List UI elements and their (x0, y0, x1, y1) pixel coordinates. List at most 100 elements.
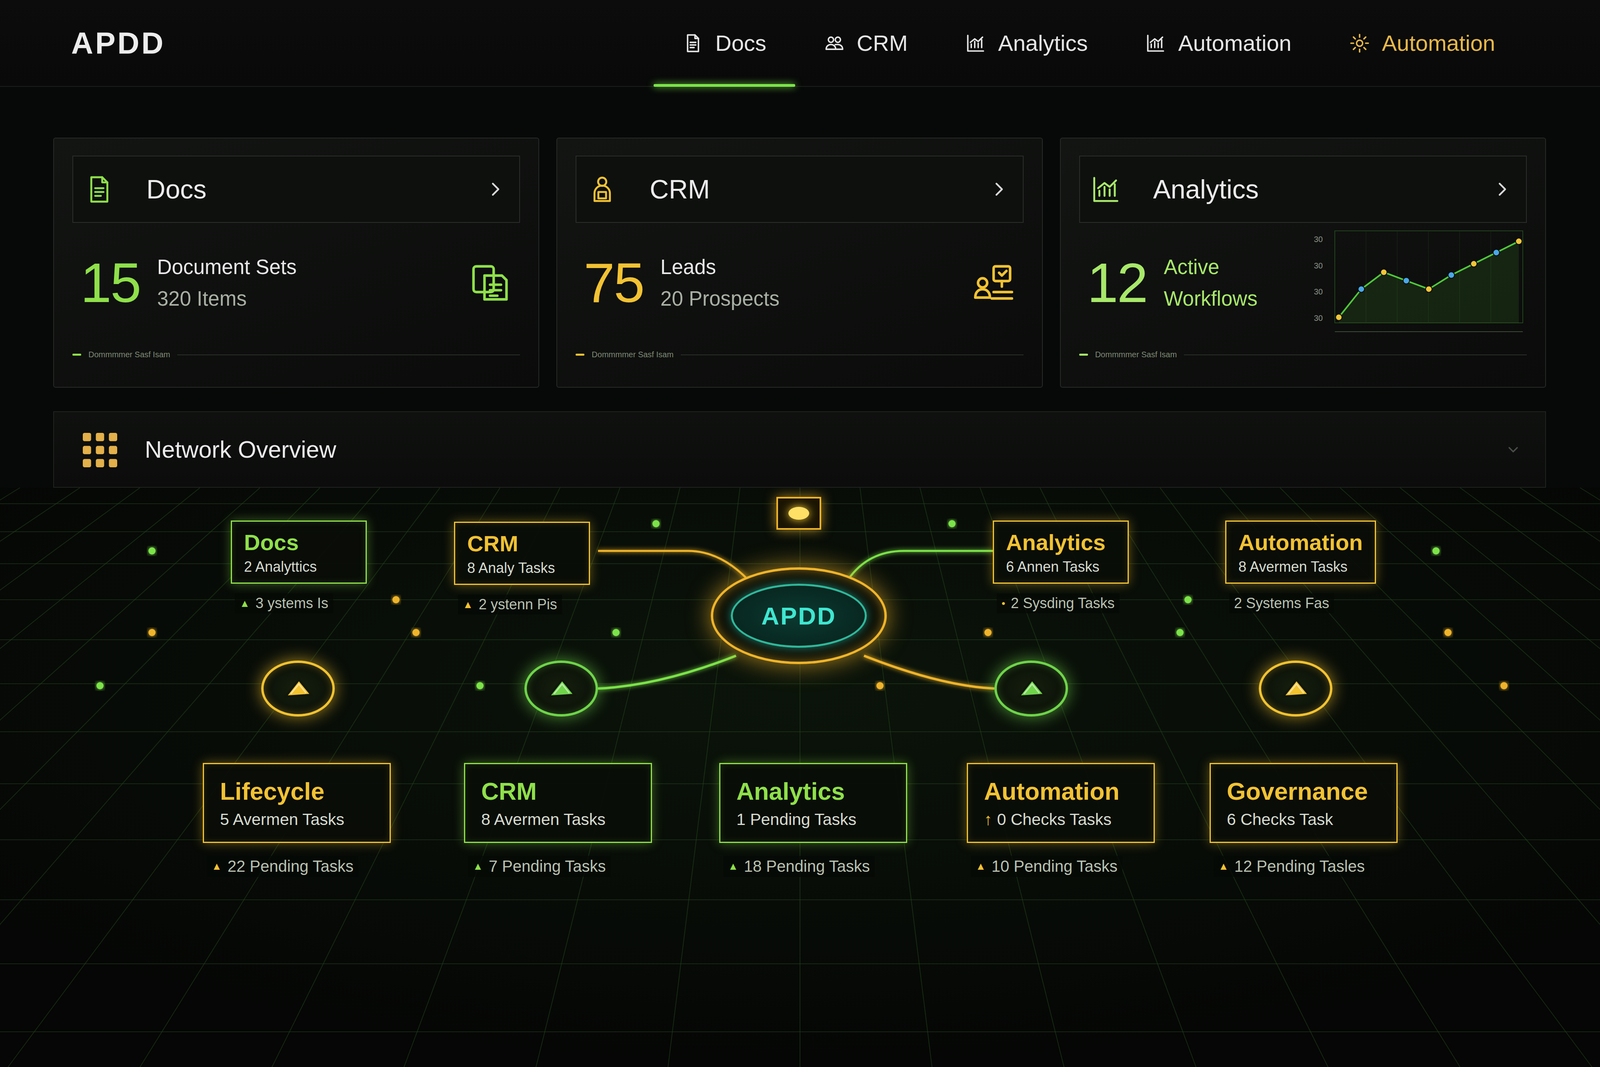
node-subtitle: 6 Checks Task (1226, 810, 1381, 829)
node-light (788, 506, 810, 520)
caption-icon: ▲ (239, 597, 250, 610)
diagram-node[interactable]: Automation8 Avermen Tasks (1225, 520, 1376, 584)
diagram-node[interactable]: CRM8 Analy Tasks (454, 521, 590, 585)
nav-label: Docs (715, 30, 767, 56)
footer-line (680, 354, 1024, 356)
network-diagram: Docs2 Analyttics▲3 ystems IsCRM8 Analy T… (0, 487, 1600, 1067)
card-title: CRM (649, 174, 710, 205)
summary-card[interactable]: CRM75Leads20 ProspectsDommmmer Sasf Isam (556, 137, 1043, 388)
diagram-node[interactable]: Analytics1 Pending Tasks (719, 762, 908, 843)
diagram-node[interactable]: Docs2 Analyttics (230, 520, 367, 584)
card-body: 15 Document Sets320 Items (72, 222, 520, 343)
triangle-icon (1013, 674, 1050, 702)
node-subtitle: 8 Analy Tasks (467, 559, 577, 577)
triangle-icon (1277, 674, 1314, 702)
status-pin[interactable] (524, 660, 598, 717)
chart-point (1493, 249, 1500, 256)
caption-icon: ▲ (975, 860, 986, 873)
node-caption: •2 Sysding Tasks (996, 593, 1120, 614)
document-icon (83, 174, 115, 205)
nav-label: CRM (856, 30, 908, 56)
caption-text: 2 Systems Fas (1234, 594, 1330, 612)
status-pin[interactable] (1258, 660, 1333, 717)
triangle-icon (280, 674, 316, 702)
card-body: 12ActiveWorkflows30303030 (1079, 222, 1527, 343)
accent-dash (1079, 353, 1088, 356)
nav-tab[interactable]: Analytics (936, 0, 1117, 86)
arrow-icon: ↑ (984, 810, 993, 829)
card-number: 15 (80, 254, 141, 311)
diagram-node[interactable]: Automation↑0 Checks Tasks (966, 762, 1155, 843)
node-group: Docs2 Analyttics▲3 ystems Is (230, 520, 367, 614)
chevron-right-icon (989, 179, 1009, 199)
analytics-chart: 30303030 (1314, 226, 1527, 339)
chart-segment (1496, 241, 1519, 253)
accent-dash (72, 353, 82, 356)
node-group: CRM8 Avermen Tasks▲7 Pending Tasks (464, 762, 652, 877)
chart-segment (1451, 263, 1474, 275)
chart-segment (1338, 289, 1362, 318)
chart-point (1470, 260, 1478, 267)
node-subtitle: ↑0 Checks Tasks (984, 810, 1138, 829)
card-label: Active (1163, 251, 1258, 283)
card-label: Document Sets (157, 251, 297, 283)
diagram-node[interactable]: CRM 8 Avermen Tasks (464, 762, 652, 843)
card-sublabel: Workflows (1163, 282, 1258, 315)
chevron-right-icon (1492, 179, 1512, 199)
top-node[interactable] (776, 496, 822, 530)
card-sublabel: 20 Prospects (660, 282, 780, 315)
status-pin[interactable] (994, 660, 1068, 717)
diagram-node[interactable]: Analytics6 Annen Tasks (992, 520, 1129, 584)
caption-icon: ▲ (462, 598, 474, 611)
chart-point (1335, 314, 1342, 321)
nav-tab[interactable]: Automation (1116, 0, 1320, 86)
caption-text: 2 ystenn Pis (478, 596, 558, 613)
card-sublabel: 320 Items (157, 282, 297, 315)
nav-label: Analytics (998, 30, 1088, 56)
triangle-icon (543, 674, 580, 702)
node-title: Docs (244, 529, 354, 556)
diagram-node[interactable]: Lifecycle 5 Avermen Tasks (202, 762, 391, 843)
caption-text: 12 Pending Tasles (1234, 857, 1365, 876)
axis-tick: 30 (1314, 261, 1323, 271)
chart-segment (1384, 272, 1407, 281)
node-subtitle-text: 6 Checks Task (1226, 810, 1334, 829)
card-header[interactable]: CRM (575, 155, 1024, 223)
node-group: Governance6 Checks Task▲12 Pending Tasle… (1209, 762, 1398, 877)
node-subtitle: 6 Annen Tasks (1006, 558, 1116, 576)
node-caption: 2 Systems Fas (1229, 593, 1334, 614)
card-header[interactable]: Docs (72, 155, 520, 223)
chart-point (1380, 268, 1388, 276)
document-icon (682, 32, 704, 54)
node-subtitle-text: 8 Avermen Tasks (481, 810, 606, 829)
node-caption: ▲ 2 ystenn Pis (458, 594, 562, 615)
card-footer: Dommmmer Sasf Isam (1079, 350, 1527, 360)
nav-tab[interactable]: CRM (795, 0, 937, 86)
node-title: CRM (481, 777, 635, 806)
chart-point (1403, 277, 1410, 284)
nav-tab[interactable]: Automation (1320, 0, 1524, 86)
card-title: Analytics (1153, 174, 1259, 205)
top-nav: APDDDocsCRMAnalyticsAutomationAutomation (0, 0, 1600, 87)
chart-axis: 30303030 (1314, 226, 1323, 339)
line-chart (1326, 226, 1527, 339)
summary-card[interactable]: Analytics12ActiveWorkflows30303030Dommmm… (1060, 137, 1546, 388)
diagram-node[interactable]: Governance6 Checks Task (1209, 762, 1398, 843)
card-footer: Dommmmer Sasf Isam (575, 350, 1024, 360)
node-group: CRM8 Analy Tasks ▲ 2 ystenn Pis (454, 521, 590, 615)
node-group: Automation8 Avermen Tasks 2 Systems Fas (1225, 520, 1376, 614)
node-subtitle-text: 8 Avermen Tasks (1238, 558, 1348, 575)
nav-tab[interactable]: Docs (653, 0, 796, 86)
network-header[interactable]: Network Overview (53, 411, 1546, 488)
card-labels: Document Sets320 Items (157, 251, 297, 315)
node-subtitle: 5 Avermen Tasks (220, 810, 374, 829)
footer-text: Dommmmer Sasf Isam (591, 350, 674, 360)
node-group: Automation↑0 Checks Tasks▲10 Pending Tas… (966, 762, 1155, 877)
node-title: Lifecycle (220, 777, 374, 806)
status-pin[interactable] (261, 660, 335, 717)
node-group: Analytics6 Annen Tasks •2 Sysding Tasks (992, 520, 1129, 614)
node-caption: ▲22 Pending Tasks (206, 855, 359, 877)
summary-card[interactable]: Docs15Document Sets320 ItemsDommmmer Sas… (53, 137, 540, 388)
card-header[interactable]: Analytics (1079, 155, 1527, 223)
hub-node[interactable]: APDD (710, 567, 887, 664)
